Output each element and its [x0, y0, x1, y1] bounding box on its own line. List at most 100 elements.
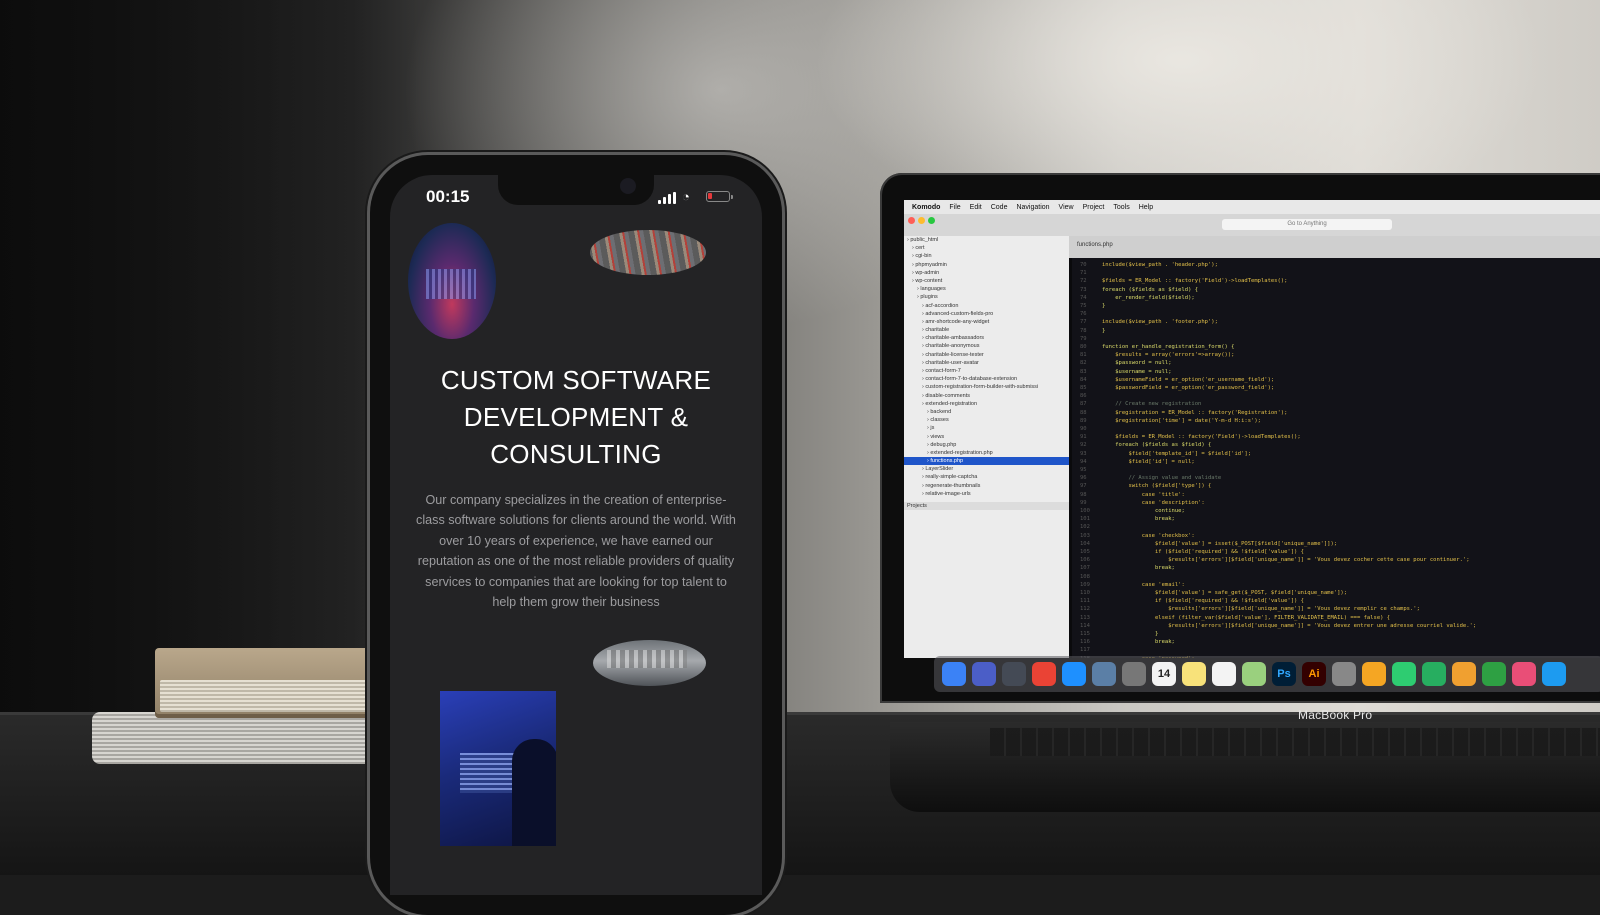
go-to-anything-input[interactable]: Go to Anything: [1222, 219, 1392, 230]
file-tree-item[interactable]: › amr-shortcode-any-widget: [904, 318, 1069, 326]
zoom-window-icon[interactable]: [928, 217, 935, 224]
siri-icon[interactable]: [972, 662, 996, 686]
line-number: 115: [1080, 631, 1090, 637]
code-line: $results = array('errors'=>array());: [1102, 352, 1235, 359]
menu-help[interactable]: Help: [1139, 204, 1153, 211]
reminders-icon[interactable]: [1212, 662, 1236, 686]
file-tree-item[interactable]: › wp-admin: [904, 269, 1069, 277]
file-tree-item[interactable]: › wp-content: [904, 277, 1069, 285]
code-line: include($view_path . 'footer.php');: [1102, 319, 1218, 326]
menu-navigation[interactable]: Navigation: [1016, 204, 1049, 211]
menu-project[interactable]: Project: [1083, 204, 1105, 211]
photos-icon[interactable]: [1362, 662, 1386, 686]
line-number: 85: [1080, 385, 1087, 391]
code-line: }: [1102, 631, 1159, 637]
file-tree-item[interactable]: › cert: [904, 244, 1069, 252]
code-line: elseif (filter_var($field['value'], FILT…: [1102, 614, 1391, 621]
line-number: 108: [1080, 573, 1090, 580]
file-tree-item[interactable]: › contact-form-7-to-database-extension: [904, 375, 1069, 383]
file-tree-item[interactable]: › contact-form-7: [904, 367, 1069, 375]
line-number: 98: [1080, 491, 1087, 498]
file-tree-item[interactable]: › plugins: [904, 293, 1069, 301]
battery-icon: [706, 191, 733, 202]
ide-toolbar: Go to Anything: [904, 214, 1600, 236]
file-tree-item[interactable]: › charitable-user-avatar: [904, 359, 1069, 367]
menu-view[interactable]: View: [1059, 204, 1074, 211]
line-number: 87: [1080, 401, 1087, 408]
numbers-icon[interactable]: [1482, 662, 1506, 686]
line-number: 97: [1080, 483, 1087, 490]
file-tree-item[interactable]: › cgi-bin: [904, 252, 1069, 260]
file-tree-item[interactable]: › regenerate-thumbnails: [904, 482, 1069, 490]
code-line: $registration = ER_Model :: factory('Reg…: [1102, 409, 1288, 416]
file-tree-item[interactable]: › phpmyadmin: [904, 261, 1069, 269]
line-number: 81: [1080, 352, 1087, 359]
menu-tools[interactable]: Tools: [1113, 204, 1129, 211]
ide-tabbar: functions.php: [1069, 236, 1600, 258]
line-number: 113: [1080, 614, 1090, 621]
file-tree-item[interactable]: › charitable: [904, 326, 1069, 334]
code-line: $fields = ER_Model :: factory('Field')->…: [1102, 278, 1288, 285]
file-tree-item[interactable]: › really-simple-captcha: [904, 473, 1069, 481]
file-tree-item[interactable]: › public_html: [904, 236, 1069, 244]
code-line: $results['errors'][$field['unique_name']…: [1102, 606, 1420, 613]
file-tree-item[interactable]: › extended-registration: [904, 400, 1069, 408]
finder-icon[interactable]: [942, 662, 966, 686]
file-tree-item[interactable]: › LayerSlider: [904, 465, 1069, 473]
preview-icon[interactable]: [1092, 662, 1116, 686]
ide-code-editor[interactable]: 70 include($view_path . 'header.php'); 71 7…: [1072, 258, 1600, 658]
safari-icon[interactable]: [1062, 662, 1086, 686]
phone-notch: [498, 175, 654, 205]
line-number: 90: [1080, 426, 1087, 432]
file-tree-item[interactable]: › backend: [904, 408, 1069, 416]
file-tree-item[interactable]: › views: [904, 433, 1069, 441]
chrome-icon[interactable]: [1032, 662, 1056, 686]
tab-functions-php[interactable]: functions.php: [1077, 242, 1113, 248]
line-number: 93: [1080, 450, 1087, 457]
line-number: 80: [1080, 344, 1087, 350]
illustrator-icon[interactable]: Ai: [1302, 662, 1326, 686]
line-number: 109: [1080, 581, 1090, 588]
messages-icon[interactable]: [1392, 662, 1416, 686]
close-window-icon[interactable]: [908, 217, 915, 224]
code-line: $passwordField = er_option('er_password_…: [1102, 385, 1275, 391]
file-tree-item[interactable]: › custom-registration-form-builder-with-…: [904, 383, 1069, 391]
file-tree-item[interactable]: › advanced-custom-fields-pro: [904, 310, 1069, 318]
file-tree-item[interactable]: › relative-image-urls: [904, 490, 1069, 498]
file-tree-item[interactable]: › classes: [904, 416, 1069, 424]
launchpad-icon[interactable]: [1002, 662, 1026, 686]
photoshop-icon[interactable]: Ps: [1272, 662, 1296, 686]
line-number: 89: [1080, 417, 1087, 424]
file-tree-item[interactable]: › charitable-ambassadors: [904, 334, 1069, 342]
line-number: 104: [1080, 540, 1090, 547]
file-tree-item[interactable]: › charitable-license-tester: [904, 351, 1069, 359]
file-tree-item[interactable]: › disable-comments: [904, 392, 1069, 400]
pages-icon[interactable]: [1452, 662, 1476, 686]
code-line: // Create new registration: [1102, 401, 1202, 408]
menu-code[interactable]: Code: [991, 204, 1008, 211]
file-tree-item[interactable]: › languages: [904, 285, 1069, 293]
file-tree-item[interactable]: › charitable-anonymous: [904, 342, 1069, 350]
code-line: break;: [1102, 565, 1175, 572]
projects-panel-label: Projects: [904, 502, 1069, 511]
maps-icon[interactable]: [1242, 662, 1266, 686]
calendar-icon[interactable]: 14: [1152, 662, 1176, 686]
file-tree-item[interactable]: › acf-accordion: [904, 302, 1069, 310]
itunes-icon[interactable]: [1512, 662, 1536, 686]
file-tree-item[interactable]: › debug.php: [904, 441, 1069, 449]
line-number: 76: [1080, 311, 1087, 318]
file-tree-item[interactable]: › extended-registration.php: [904, 449, 1069, 457]
notes-icon[interactable]: [1182, 662, 1206, 686]
menu-edit[interactable]: Edit: [970, 204, 982, 211]
settings-icon[interactable]: [1332, 662, 1356, 686]
menu-file[interactable]: File: [949, 204, 960, 211]
menu-komodo[interactable]: Komodo: [912, 204, 940, 211]
system-preferences-icon[interactable]: [1122, 662, 1146, 686]
file-tree-item[interactable]: › js: [904, 424, 1069, 432]
line-number: 86: [1080, 393, 1087, 400]
minimize-window-icon[interactable]: [918, 217, 925, 224]
app-store-icon[interactable]: [1542, 662, 1566, 686]
line-number: 92: [1080, 442, 1087, 449]
file-tree-item[interactable]: › functions.php: [904, 457, 1069, 466]
facetime-icon[interactable]: [1422, 662, 1446, 686]
